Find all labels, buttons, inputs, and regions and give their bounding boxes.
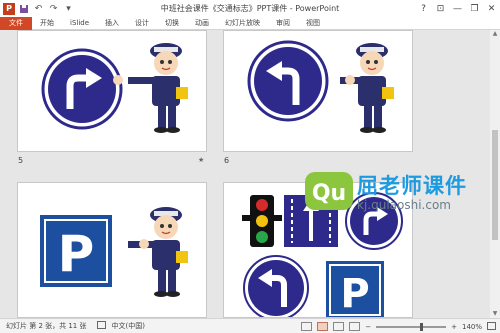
customize-qat-icon[interactable]: ▾ [62,2,75,15]
normal-view-icon[interactable] [301,322,313,331]
svg-text:P: P [58,225,95,283]
tab-slideshow[interactable]: 幻灯片放映 [217,17,268,30]
vertical-scrollbar[interactable]: ▲ ▼ [490,30,500,318]
scroll-down-icon[interactable]: ▼ [490,310,500,318]
slide-number-5: 5 [18,156,24,165]
restore-button[interactable]: ❐ [466,0,483,17]
slide-thumbnail-6[interactable] [223,30,413,152]
traffic-police-cartoon-icon [334,43,394,133]
traffic-police-cartoon-icon [113,43,188,133]
traffic-police-cartoon-icon [128,207,188,297]
parking-sign-icon: P [40,215,112,287]
minimize-button[interactable]: — [449,0,466,17]
scrollbar-thumb[interactable] [492,130,498,240]
slide-thumbnail-7[interactable]: P [17,182,207,318]
slide-5-content [41,43,188,133]
tab-file[interactable]: 文件 [0,16,32,30]
redo-icon[interactable]: ↷ [47,2,60,15]
undo-icon[interactable]: ↶ [32,2,45,15]
tab-islide[interactable]: iSlide [62,17,97,30]
svg-text:Qu: Qu [312,181,346,206]
slide-count-status: 幻灯片 第 2 张，共 11 张 [6,322,87,330]
watermark-url: kj.qulaoshi.com [357,198,451,212]
window-controls: ? ⊡ — ❐ ✕ [415,0,500,17]
quick-access-toolbar: P ↶ ↷ ▾ [0,2,75,15]
scroll-up-icon[interactable]: ▲ [490,30,500,38]
slide-number-6: 6 [224,156,230,165]
help-icon[interactable]: ? [415,0,432,17]
slide-sorter-view-icon[interactable] [317,322,329,331]
powerpoint-app-icon[interactable]: P [3,2,15,15]
save-icon[interactable] [17,2,30,15]
turn-right-sign-icon [41,48,123,130]
title-bar: P ↶ ↷ ▾ 中班社会课件《交通标志》PPT课件 - PowerPoint ?… [0,0,500,17]
tab-animations[interactable]: 动画 [187,17,217,30]
tab-design[interactable]: 设计 [127,17,157,30]
spellcheck-icon[interactable] [96,321,106,331]
window-title: 中班社会课件《交通标志》PPT课件 - PowerPoint [160,4,340,13]
zoom-in-icon[interactable]: + [451,323,457,331]
slide-7-content: P [40,207,188,297]
zoom-slider[interactable] [376,322,447,331]
parking-sign-small-icon: P [326,261,384,317]
transition-star-icon[interactable]: ★ [198,156,204,164]
traffic-light-icon [242,195,282,247]
tab-review[interactable]: 审阅 [268,17,298,30]
slideshow-view-icon[interactable] [349,322,361,331]
zoom-slider-knob[interactable] [420,322,424,331]
watermark-logo-icon: Qu [305,172,353,210]
tab-transitions[interactable]: 切换 [157,17,187,30]
fit-to-window-icon[interactable] [487,321,496,332]
zoom-out-icon[interactable]: − [365,323,371,331]
zoom-level[interactable]: 140% [462,323,482,331]
slide-6-content [247,40,394,133]
reading-view-icon[interactable] [333,322,345,331]
tab-view[interactable]: 视图 [298,17,328,30]
status-bar: 幻灯片 第 2 张，共 11 张 中文(中国) − + 140% [0,318,500,333]
turn-left-sign-icon [247,40,329,122]
tab-insert[interactable]: 插入 [97,17,127,30]
slide-thumbnail-5[interactable] [17,30,207,152]
slide-sorter: 5 ★ 6 P P Qu 屈老师课件 kj.qulaoshi.com [0,30,490,318]
ribbon-display-icon[interactable]: ⊡ [432,0,449,17]
watermark: Qu 屈老师课件 kj.qulaoshi.com [303,170,483,218]
tab-home[interactable]: 开始 [32,17,62,30]
close-button[interactable]: ✕ [483,0,500,17]
status-right-controls: − + 140% [301,319,496,333]
language-status[interactable]: 中文(中国) [112,321,145,331]
svg-text:P: P [340,271,369,317]
turn-left-sign-small-icon [243,255,309,317]
ribbon-tabs: 文件 开始 iSlide 插入 设计 切换 动画 幻灯片放映 审阅 视图 [0,16,500,30]
watermark-text: 屈老师课件 [357,174,467,198]
